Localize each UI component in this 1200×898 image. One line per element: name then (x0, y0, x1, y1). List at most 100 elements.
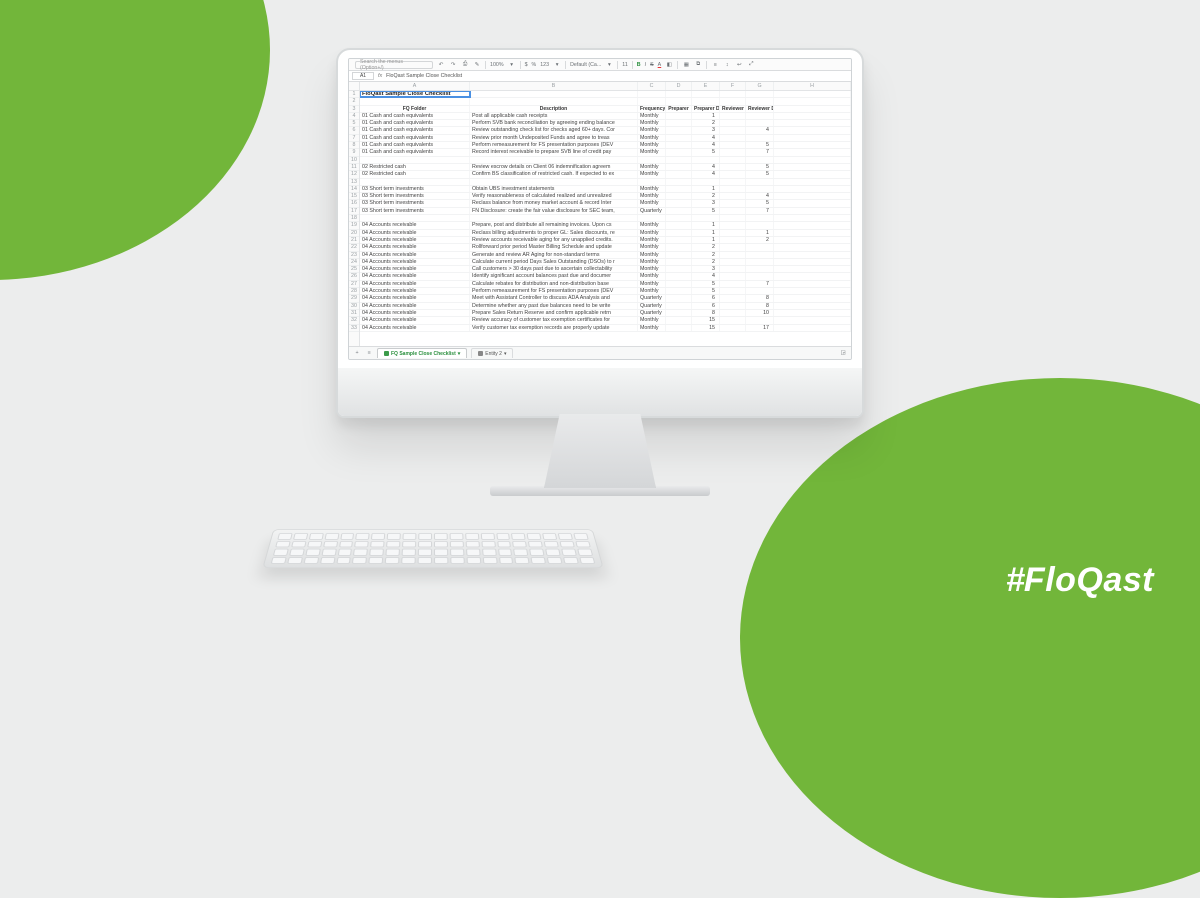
separator (706, 61, 707, 69)
borders-icon[interactable]: ▦ (682, 61, 690, 69)
halign-icon[interactable]: ≡ (711, 61, 719, 69)
name-box[interactable]: A1 (352, 72, 374, 80)
display-area: Search the menus (Option+/) ↶ ↷ ⎙ ✎ 100%… (348, 58, 852, 360)
formula-input[interactable]: FloQast Sample Close Checklist (386, 73, 462, 79)
col-C[interactable]: C (638, 82, 666, 90)
table-row[interactable]: 04 Accounts receivableRollforward prior … (360, 244, 851, 251)
sheet-tab-1[interactable]: FQ Sample Close Checklist ▾ (377, 348, 467, 358)
sheet-tab-1-label: FQ Sample Close Checklist (391, 351, 456, 357)
table-row[interactable] (360, 179, 851, 186)
print-icon[interactable]: ⎙ (461, 61, 469, 69)
separator (677, 61, 678, 69)
table-row[interactable]: 04 Accounts receivableIdentify significa… (360, 273, 851, 280)
col-B[interactable]: B (470, 82, 638, 90)
col-E[interactable]: E (692, 82, 720, 90)
explore-icon[interactable]: ◲ (839, 349, 847, 357)
valign-icon[interactable]: ↕ (723, 61, 731, 69)
table-row[interactable]: 04 Accounts receivableCalculate rebates … (360, 281, 851, 288)
table-row[interactable]: 04 Accounts receivableCall customers > 3… (360, 266, 851, 273)
chevron-down-icon[interactable]: ▾ (508, 61, 516, 69)
table-row[interactable] (360, 215, 851, 222)
table-row[interactable]: 04 Accounts receivableReview accounts re… (360, 237, 851, 244)
col-H[interactable]: H (774, 82, 851, 90)
col-F[interactable]: F (720, 82, 746, 90)
table-row[interactable]: 04 Accounts receivableReclass billing ad… (360, 230, 851, 237)
brand-logo: ##FloQastFloQast (1006, 561, 1154, 600)
table-row[interactable]: 04 Accounts receivableReview accuracy of… (360, 317, 851, 324)
undo-icon[interactable]: ↶ (437, 61, 445, 69)
table-row[interactable]: 03 Short term investmentsReclass balance… (360, 200, 851, 207)
font-size-input[interactable]: 11 (622, 62, 628, 68)
imac-stand (544, 414, 656, 488)
currency-button[interactable]: $ (525, 62, 528, 68)
add-sheet-button[interactable]: + (353, 350, 361, 356)
keyboard (262, 529, 603, 568)
table-row[interactable]: 03 Short term investmentsObtain UBS inve… (360, 186, 851, 193)
table-row[interactable]: 04 Accounts receivableMeet with Assistan… (360, 295, 851, 302)
imac-screen: Search the menus (Option+/) ↶ ↷ ⎙ ✎ 100%… (336, 48, 864, 418)
merge-icon[interactable]: ⧉ (694, 61, 702, 69)
imac-mockup: Search the menus (Option+/) ↶ ↷ ⎙ ✎ 100%… (336, 48, 864, 496)
redo-icon[interactable]: ↷ (449, 61, 457, 69)
menu-search-input[interactable]: Search the menus (Option+/) (355, 61, 433, 69)
separator (632, 61, 633, 69)
sheet-tab-bar: + ≡ FQ Sample Close Checklist ▾ Entity 2… (349, 346, 851, 359)
table-row[interactable]: 04 Accounts receivableGenerate and revie… (360, 252, 851, 259)
chevron-down-icon[interactable]: ▾ (605, 61, 613, 69)
paint-format-icon[interactable]: ✎ (473, 61, 481, 69)
table-row[interactable]: 04 Accounts receivablePrepare, post and … (360, 222, 851, 229)
toolbar-row-1: Search the menus (Option+/) ↶ ↷ ⎙ ✎ 100%… (349, 59, 851, 71)
font-select[interactable]: Default (Ca... (570, 62, 601, 68)
zoom-select[interactable]: 100% (490, 62, 504, 68)
table-row[interactable]: 04 Accounts receivableCalculate current … (360, 259, 851, 266)
rotate-icon[interactable]: ⤢ (747, 61, 755, 69)
table-row[interactable] (360, 157, 851, 164)
table-row[interactable]: 02 Restricted cashConfirm BS classificat… (360, 171, 851, 178)
table-row[interactable]: 04 Accounts receivableVerify customer ta… (360, 325, 851, 332)
table-row[interactable]: 03 Short term investmentsFN Disclosure: … (360, 208, 851, 215)
wrap-icon[interactable]: ↩ (735, 61, 743, 69)
grid: 1234567891011121314151617181920212223242… (349, 82, 851, 346)
col-G[interactable]: G (746, 82, 774, 90)
text-color-button[interactable]: A (658, 62, 662, 68)
fx-icon: fx (378, 73, 382, 79)
tab-color-icon (478, 351, 483, 356)
separator (520, 61, 521, 69)
table-row[interactable]: 02 Restricted cashReview escrow details … (360, 164, 851, 171)
table-row[interactable]: 01 Cash and cash equivalentsPost all app… (360, 113, 851, 120)
fill-color-icon[interactable]: ◧ (665, 61, 673, 69)
table-row[interactable]: 01 Cash and cash equivalentsReview outst… (360, 127, 851, 134)
chevron-down-icon[interactable]: ▾ (458, 351, 461, 357)
bold-button[interactable]: B (637, 62, 641, 68)
table-row[interactable]: 04 Accounts receivableDetermine whether … (360, 303, 851, 310)
strike-button[interactable]: S (650, 62, 654, 68)
imac-chin (338, 368, 862, 416)
number-format-button[interactable]: 123 (540, 62, 549, 68)
table-row[interactable]: 04 Accounts receivablePerform remeasurem… (360, 288, 851, 295)
sheet-tab-2[interactable]: Entity 2 ▾ (471, 348, 513, 358)
cell-A1[interactable]: FloQast Sample Close Checklist (360, 91, 851, 98)
formula-bar: A1 fx FloQast Sample Close Checklist (349, 71, 851, 82)
col-D[interactable]: D (666, 82, 692, 90)
separator (565, 61, 566, 69)
table-row[interactable]: 03 Short term investmentsVerify reasonab… (360, 193, 851, 200)
chevron-down-icon[interactable]: ▾ (504, 351, 507, 357)
grid-body[interactable]: FloQast Sample Close Checklist FQ FolderD… (360, 91, 851, 346)
row-numbers: 1234567891011121314151617181920212223242… (349, 82, 360, 346)
header-row[interactable]: FQ FolderDescriptionFrequencyPreparerPre… (360, 106, 851, 113)
percent-button[interactable]: % (532, 62, 537, 68)
separator (617, 61, 618, 69)
spreadsheet-app: Search the menus (Option+/) ↶ ↷ ⎙ ✎ 100%… (349, 59, 851, 359)
col-A[interactable]: A (360, 82, 470, 90)
table-row[interactable]: 04 Accounts receivablePrepare Sales Retu… (360, 310, 851, 317)
table-row[interactable]: 01 Cash and cash equivalentsPerform SVB … (360, 120, 851, 127)
separator (485, 61, 486, 69)
all-sheets-button[interactable]: ≡ (365, 350, 373, 356)
table-row[interactable]: 01 Cash and cash equivalentsRecord inter… (360, 149, 851, 156)
tab-color-icon (384, 351, 389, 356)
italic-button[interactable]: I (645, 62, 646, 68)
table-row[interactable]: 01 Cash and cash equivalentsPerform reme… (360, 142, 851, 149)
table-row[interactable]: 01 Cash and cash equivalentsReview prior… (360, 135, 851, 142)
chevron-down-icon[interactable]: ▾ (553, 61, 561, 69)
column-headers: A B C D E F G H (360, 82, 851, 91)
